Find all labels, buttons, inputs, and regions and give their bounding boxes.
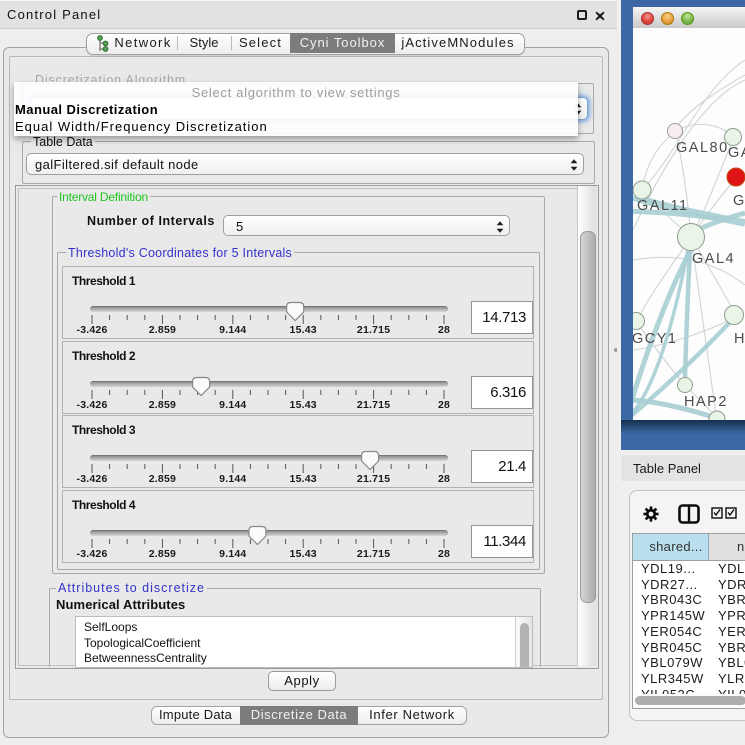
svg-text:GAL11: GAL11 [637, 198, 689, 214]
svg-text:G: G [733, 193, 745, 209]
svg-text:H: H [734, 331, 745, 347]
svg-text:HAP2: HAP2 [684, 394, 728, 410]
svg-text:GA: GA [728, 145, 745, 161]
svg-text:GAL4: GAL4 [692, 251, 735, 267]
svg-text:GAL80: GAL80 [676, 140, 729, 156]
svg-text:GCY1: GCY1 [633, 331, 678, 347]
